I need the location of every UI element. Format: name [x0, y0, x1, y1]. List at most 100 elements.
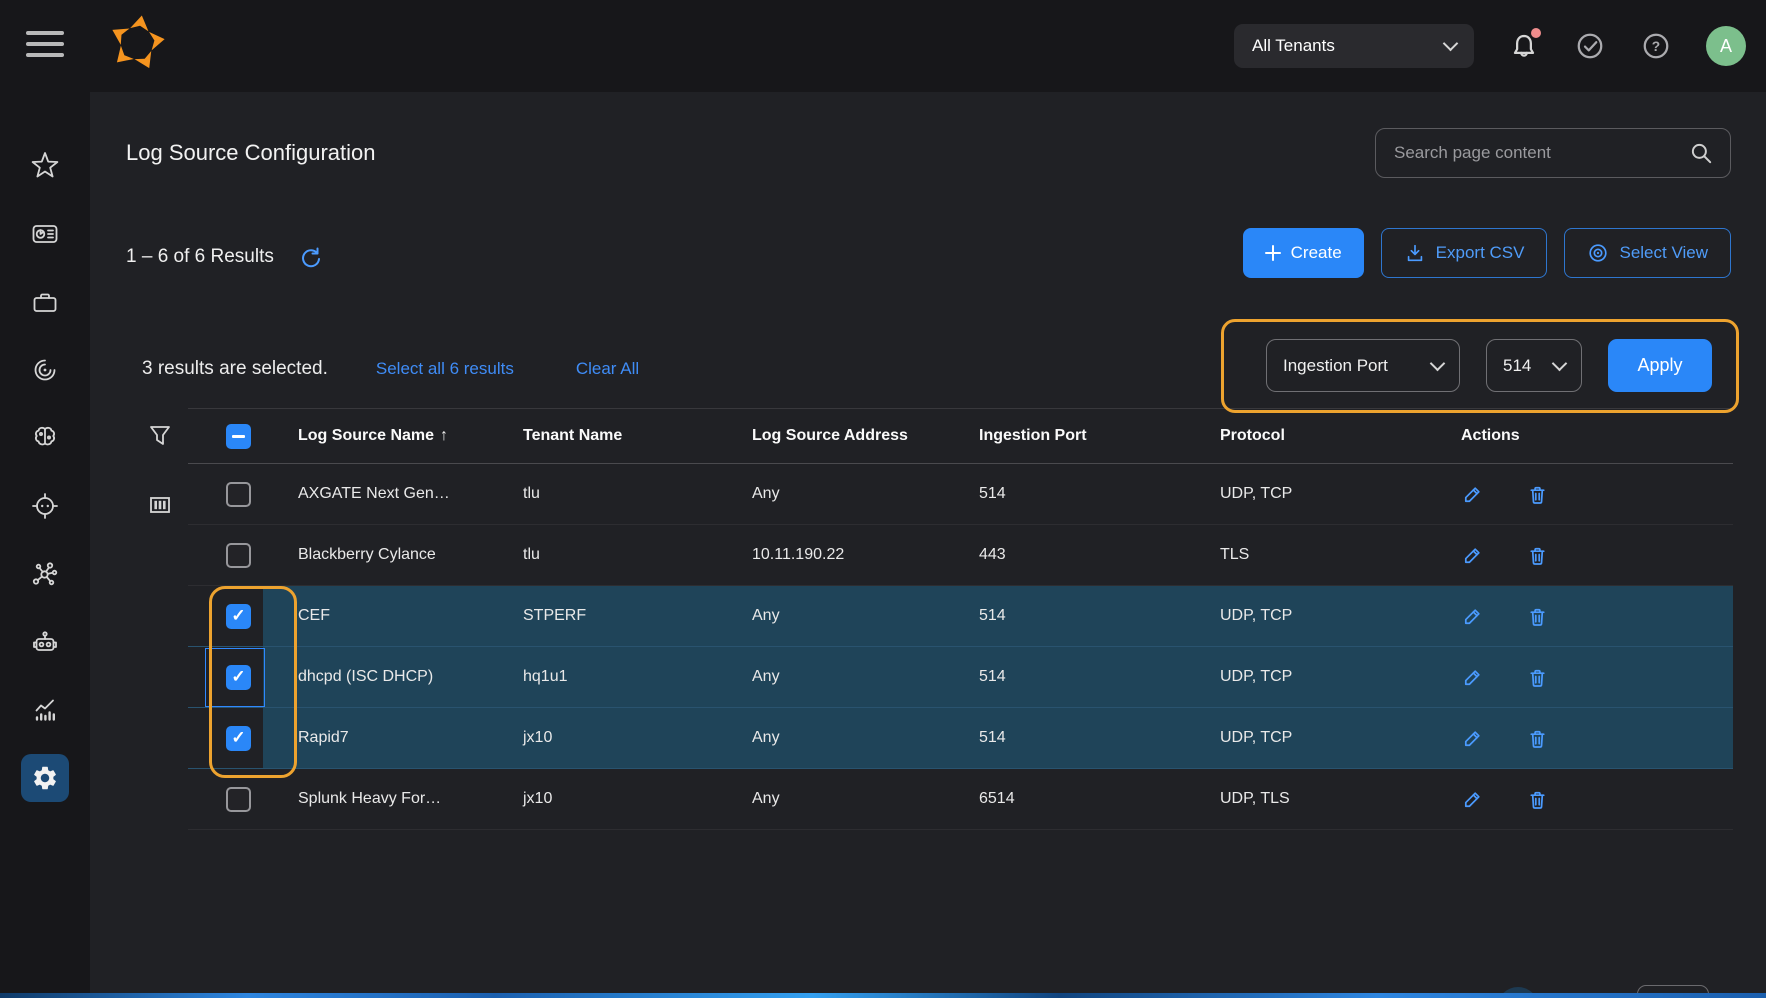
bulk-value-selector[interactable]: 514 [1486, 339, 1582, 392]
page-title: Log Source Configuration [126, 140, 376, 166]
column-header-ingestion-port[interactable]: Ingestion Port [979, 427, 1220, 445]
table-row[interactable]: Blackberry Cylance tlu 10.11.190.22 443 … [188, 525, 1733, 586]
brain-icon[interactable] [21, 414, 69, 462]
log-source-name: Splunk Heavy For… [298, 790, 523, 808]
protocol: UDP, TCP [1220, 729, 1449, 747]
delete-icon[interactable] [1526, 788, 1549, 811]
sidebar-nav [0, 92, 90, 998]
log-source-address: Any [752, 790, 979, 808]
select-all-link[interactable]: Select all 6 results [376, 359, 514, 379]
export-csv-label: Export CSV [1436, 243, 1525, 263]
row-checkbox[interactable] [226, 604, 251, 629]
apply-button[interactable]: Apply [1608, 339, 1712, 392]
focused-cell-outline [205, 648, 265, 707]
ingestion-port: 6514 [979, 790, 1220, 808]
clear-all-link[interactable]: Clear All [576, 359, 639, 379]
selection-count-text: 3 results are selected. [142, 358, 328, 380]
delete-icon[interactable] [1526, 605, 1549, 628]
row-checkbox[interactable] [226, 543, 251, 568]
log-source-address: 10.11.190.22 [752, 546, 979, 564]
delete-icon[interactable] [1526, 483, 1549, 506]
log-source-name: AXGATE Next Gen… [298, 485, 523, 503]
refresh-icon[interactable] [298, 245, 322, 269]
edit-icon[interactable] [1461, 727, 1484, 750]
tenant-name: jx10 [523, 729, 752, 747]
robot-icon[interactable] [21, 618, 69, 666]
help-icon[interactable]: ? [1640, 30, 1672, 62]
create-button[interactable]: Create [1243, 228, 1364, 278]
tenant-name: tlu [523, 546, 752, 564]
edit-icon[interactable] [1461, 666, 1484, 689]
tasks-check-icon[interactable] [1574, 30, 1606, 62]
analytics-chart-icon[interactable] [21, 686, 69, 734]
select-view-button[interactable]: Select View [1564, 228, 1731, 278]
table-row[interactable]: AXGATE Next Gen… tlu Any 514 UDP, TCP [188, 464, 1733, 525]
row-checkbox[interactable] [226, 726, 251, 751]
log-source-address: Any [752, 668, 979, 686]
notification-dot [1531, 28, 1541, 38]
app-window: All Tenants ? [0, 0, 1766, 998]
log-source-name: Rapid7 [298, 729, 523, 747]
edit-icon[interactable] [1461, 483, 1484, 506]
plus-icon [1265, 245, 1281, 261]
filter-funnel-icon[interactable] [145, 420, 175, 455]
network-graph-icon[interactable] [21, 550, 69, 598]
svg-text:?: ? [1652, 39, 1660, 54]
column-header-tenant-name[interactable]: Tenant Name [523, 427, 752, 445]
row-checkbox[interactable] [226, 787, 251, 812]
sort-ascending-icon[interactable]: ↑ [440, 427, 448, 444]
edit-icon[interactable] [1461, 788, 1484, 811]
export-csv-button[interactable]: Export CSV [1381, 228, 1548, 278]
gear-icon[interactable] [21, 754, 69, 802]
main-content: Log Source Configuration 1 – 6 of 6 Resu… [90, 92, 1766, 998]
select-view-label: Select View [1619, 243, 1708, 263]
edit-icon[interactable] [1461, 605, 1484, 628]
briefcase-icon[interactable] [21, 278, 69, 326]
table-row[interactable]: Splunk Heavy For… jx10 Any 6514 UDP, TLS [188, 769, 1733, 830]
tenant-name: hq1u1 [523, 668, 752, 686]
brand-logo-icon[interactable] [106, 12, 168, 79]
download-icon [1404, 242, 1426, 264]
search-icon[interactable] [1688, 140, 1714, 166]
select-all-checkbox[interactable] [226, 424, 251, 449]
user-avatar[interactable]: A [1706, 26, 1746, 66]
bulk-value: 514 [1503, 356, 1531, 376]
tenant-name: tlu [523, 485, 752, 503]
log-source-address: Any [752, 485, 979, 503]
tenant-name: jx10 [523, 790, 752, 808]
star-icon[interactable] [21, 142, 69, 190]
protocol: UDP, TCP [1220, 668, 1449, 686]
protocol: UDP, TLS [1220, 790, 1449, 808]
notifications-bell-icon[interactable] [1508, 30, 1540, 62]
delete-icon[interactable] [1526, 666, 1549, 689]
column-header-log-source-name[interactable]: Log Source Name↑ [298, 427, 523, 445]
table-row[interactable]: CEF STPERF Any 514 UDP, TCP [188, 586, 1733, 647]
bulk-field-selector[interactable]: Ingestion Port [1266, 339, 1460, 392]
crosshair-target-icon[interactable] [21, 482, 69, 530]
protocol: UDP, TCP [1220, 485, 1449, 503]
log-source-address: Any [752, 729, 979, 747]
apply-button-label: Apply [1637, 355, 1682, 376]
columns-icon[interactable] [145, 490, 175, 525]
delete-icon[interactable] [1526, 727, 1549, 750]
log-source-name: dhcpd (ISC DHCP) [298, 668, 523, 686]
table-row[interactable]: dhcpd (ISC DHCP) hq1u1 Any 514 UDP, TCP [188, 647, 1733, 708]
edit-icon[interactable] [1461, 544, 1484, 567]
delete-icon[interactable] [1526, 544, 1549, 567]
column-header-log-source-address[interactable]: Log Source Address [752, 427, 979, 445]
row-checkbox[interactable] [226, 482, 251, 507]
log-source-name: Blackberry Cylance [298, 546, 523, 564]
column-header-protocol[interactable]: Protocol [1220, 427, 1449, 445]
hamburger-menu-icon[interactable] [26, 31, 64, 64]
chevron-down-icon [1430, 355, 1446, 371]
dashboard-card-icon[interactable] [21, 210, 69, 258]
page-search[interactable] [1375, 128, 1731, 178]
avatar-initial: A [1720, 36, 1732, 57]
search-input[interactable] [1392, 142, 1688, 164]
tenant-name: STPERF [523, 607, 752, 625]
tenant-selector[interactable]: All Tenants [1234, 24, 1474, 68]
table-row[interactable]: Rapid7 jx10 Any 514 UDP, TCP [188, 708, 1733, 769]
radar-swirl-icon[interactable] [21, 346, 69, 394]
protocol: UDP, TCP [1220, 607, 1449, 625]
ingestion-port: 443 [979, 546, 1220, 564]
